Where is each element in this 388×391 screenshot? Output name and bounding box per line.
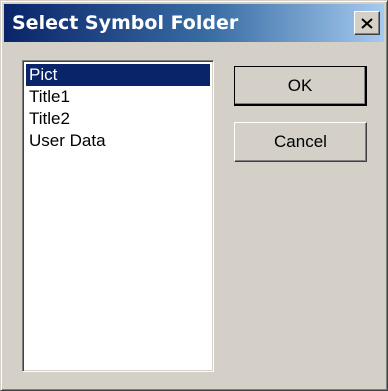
list-item[interactable]: User Data bbox=[26, 130, 210, 152]
cancel-button[interactable]: Cancel bbox=[234, 122, 367, 162]
dialog-title: Select Symbol Folder bbox=[12, 12, 239, 34]
close-button[interactable] bbox=[354, 11, 380, 35]
list-item[interactable]: Pict bbox=[26, 64, 210, 86]
select-symbol-folder-dialog: Select Symbol Folder Pict Title1 Title2 … bbox=[0, 0, 388, 391]
ok-button[interactable]: OK bbox=[234, 66, 367, 106]
list-item[interactable]: Title2 bbox=[26, 108, 210, 130]
title-bar[interactable]: Select Symbol Folder bbox=[4, 4, 384, 42]
close-icon bbox=[361, 17, 373, 29]
list-item[interactable]: Title1 bbox=[26, 86, 210, 108]
folder-list[interactable]: Pict Title1 Title2 User Data bbox=[22, 60, 214, 372]
